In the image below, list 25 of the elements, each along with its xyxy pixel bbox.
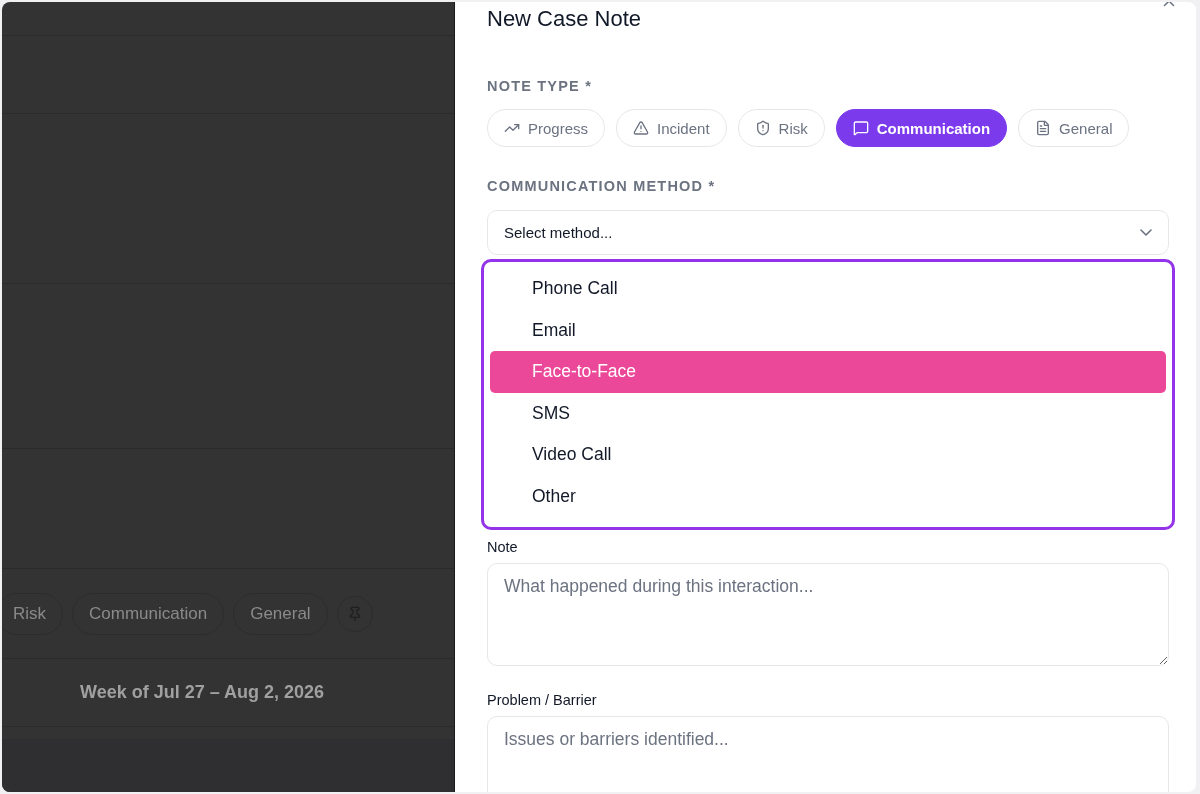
type-icon — [754, 120, 771, 136]
dropdown-option[interactable]: SMS — [490, 392, 1166, 434]
dialog-title: New Case Note — [487, 6, 643, 32]
type-icon — [1035, 120, 1052, 136]
note-type-chip[interactable]: Progress — [487, 109, 606, 147]
note-type-chip[interactable]: Risk — [737, 109, 825, 147]
note-type-chip[interactable]: General — [1018, 109, 1130, 147]
type-icon — [852, 120, 869, 136]
field-label: COMMUNICATION METHOD * — [487, 177, 717, 195]
note-field[interactable]: What happened during this interaction... — [487, 563, 1169, 666]
problem-field[interactable]: Issues or barriers identified... — [487, 716, 1169, 792]
dropdown-option[interactable]: Video Call — [490, 434, 1166, 476]
dropdown-option[interactable]: Phone Call — [490, 268, 1166, 310]
dropdown-option[interactable]: Face-to-Face — [490, 351, 1166, 393]
field-label: Note — [487, 538, 519, 556]
type-icon — [633, 120, 650, 136]
note-type-chip[interactable]: Communication — [835, 109, 1008, 147]
note-type-chip[interactable]: Incident — [616, 109, 727, 147]
field-label: Problem / Barrier — [487, 691, 598, 709]
week-label: Week of Jul 27 – Aug 2, 2026 — [80, 682, 325, 703]
dropdown-option[interactable]: Other — [490, 475, 1166, 517]
chevron-down-icon — [1140, 229, 1152, 236]
field-label: NOTE TYPE * — [487, 77, 594, 95]
dropdown-option[interactable]: Email — [490, 309, 1166, 351]
method-select[interactable]: Select method... — [487, 210, 1169, 255]
